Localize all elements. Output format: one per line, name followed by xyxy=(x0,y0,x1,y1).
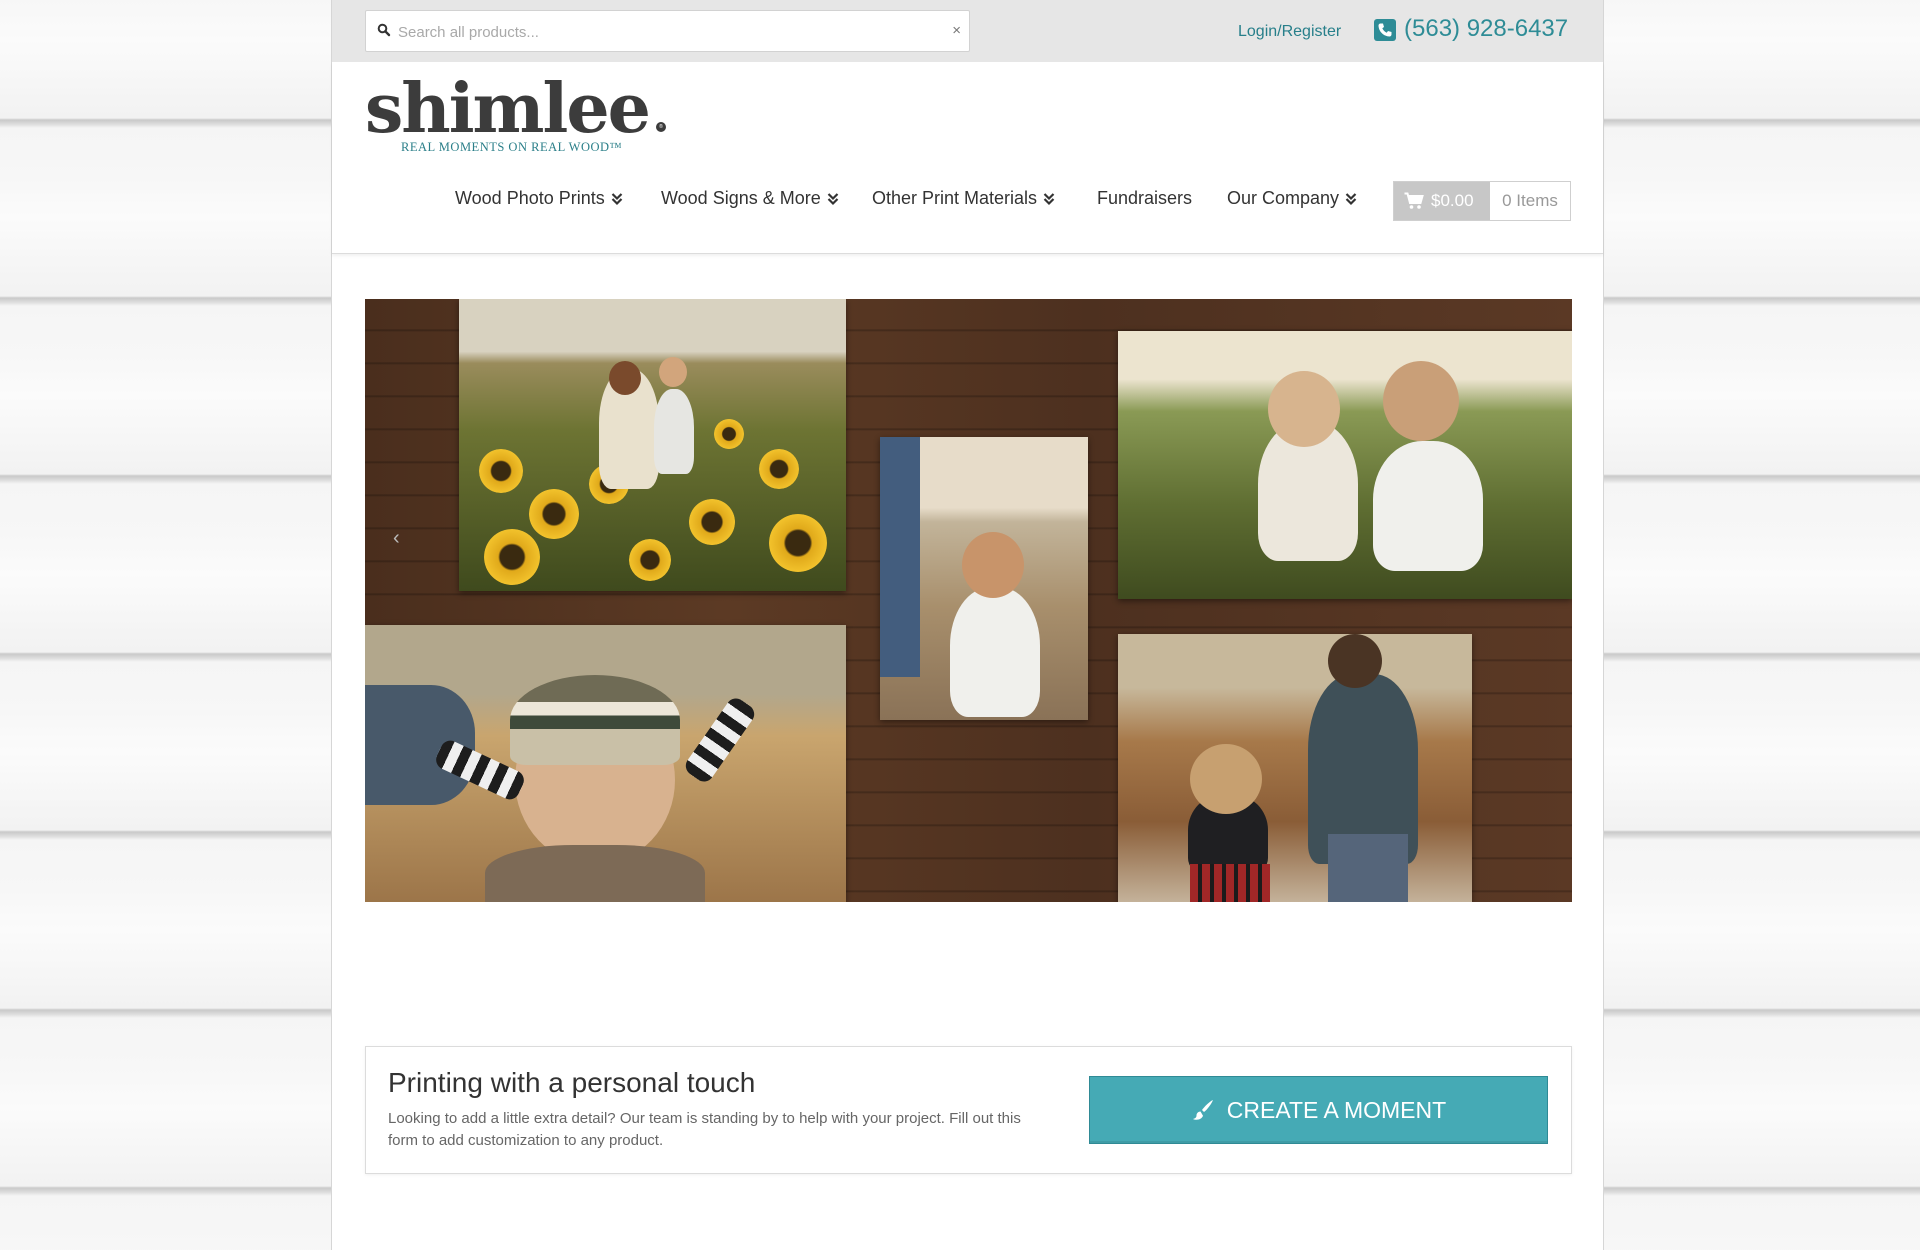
close-icon[interactable]: × xyxy=(952,22,961,40)
nav-item-label: Other Print Materials xyxy=(872,188,1038,208)
chevron-down-icon xyxy=(611,192,623,205)
login-register-link[interactable]: Login/Register xyxy=(1238,23,1341,41)
chevron-down-icon xyxy=(827,192,839,205)
cart-total-value: $0.00 xyxy=(1431,191,1474,210)
nav-item-fundraisers[interactable]: Fundraisers xyxy=(1097,188,1192,209)
search-box[interactable]: × xyxy=(365,10,970,52)
nav-item-label: Fundraisers xyxy=(1097,188,1193,208)
phone-icon xyxy=(1374,19,1396,41)
search-input[interactable] xyxy=(396,19,940,45)
header: shimlee ® REAL MOMENTS ON REAL WOOD™ Woo… xyxy=(332,62,1603,254)
nav-item-other-print-materials[interactable]: Other Print Materials xyxy=(872,188,1055,209)
phone-number[interactable]: (563) 928-6437 xyxy=(1404,15,1568,43)
logo[interactable]: shimlee ® REAL MOMENTS ON REAL WOOD™ xyxy=(365,69,695,156)
photo-boy-on-path xyxy=(880,437,1088,720)
cart-item-count: 0 Items xyxy=(1490,182,1570,220)
nav-item-our-company[interactable]: Our Company xyxy=(1227,188,1357,209)
photo-sunflower-field xyxy=(459,299,846,591)
nav-item-label: Wood Photo Prints xyxy=(455,188,605,208)
photo-child-hat xyxy=(365,625,846,902)
search-icon xyxy=(377,23,391,37)
registered-mark: ® xyxy=(656,122,666,132)
cta-title: Printing with a personal touch xyxy=(388,1067,756,1098)
cta-button-label: CREATE A MOMENT xyxy=(1226,1096,1447,1123)
logo-wordmark: shimlee xyxy=(365,69,651,149)
top-bar: × Login/Register (563) 928-6437 xyxy=(332,0,1603,62)
chevron-down-icon xyxy=(1043,192,1055,205)
chevron-down-icon xyxy=(1345,192,1357,205)
nav-item-label: Wood Signs & More xyxy=(661,188,821,208)
photo-father-daughter xyxy=(1118,634,1472,902)
brush-icon xyxy=(1192,1100,1213,1120)
cta-description: Looking to add a little extra detail? Ou… xyxy=(388,1110,1021,1149)
slider-prev-arrow[interactable]: ‹ xyxy=(393,527,400,550)
nav-item-label: Our Company xyxy=(1227,188,1340,208)
cart-icon xyxy=(1404,192,1424,209)
cart-item-count-label: 0 Items xyxy=(1502,191,1558,210)
hero-slider[interactable]: ‹ xyxy=(365,299,1572,902)
create-a-moment-button[interactable]: CREATE A MOMENT xyxy=(1089,1076,1548,1144)
cart-total: $0.00 xyxy=(1394,182,1490,220)
nav-item-wood-photo-prints[interactable]: Wood Photo Prints xyxy=(455,188,623,209)
page-container: × Login/Register (563) 928-6437 shimlee … xyxy=(331,0,1604,1250)
personal-touch-panel: Printing with a personal touch Looking t… xyxy=(365,1046,1572,1174)
logo-tagline: REAL MOMENTS ON REAL WOOD™ xyxy=(401,140,623,154)
photo-kids-in-grass xyxy=(1118,331,1572,599)
nav-item-wood-signs[interactable]: Wood Signs & More xyxy=(661,188,839,209)
cart-button[interactable]: $0.00 0 Items xyxy=(1393,181,1571,221)
